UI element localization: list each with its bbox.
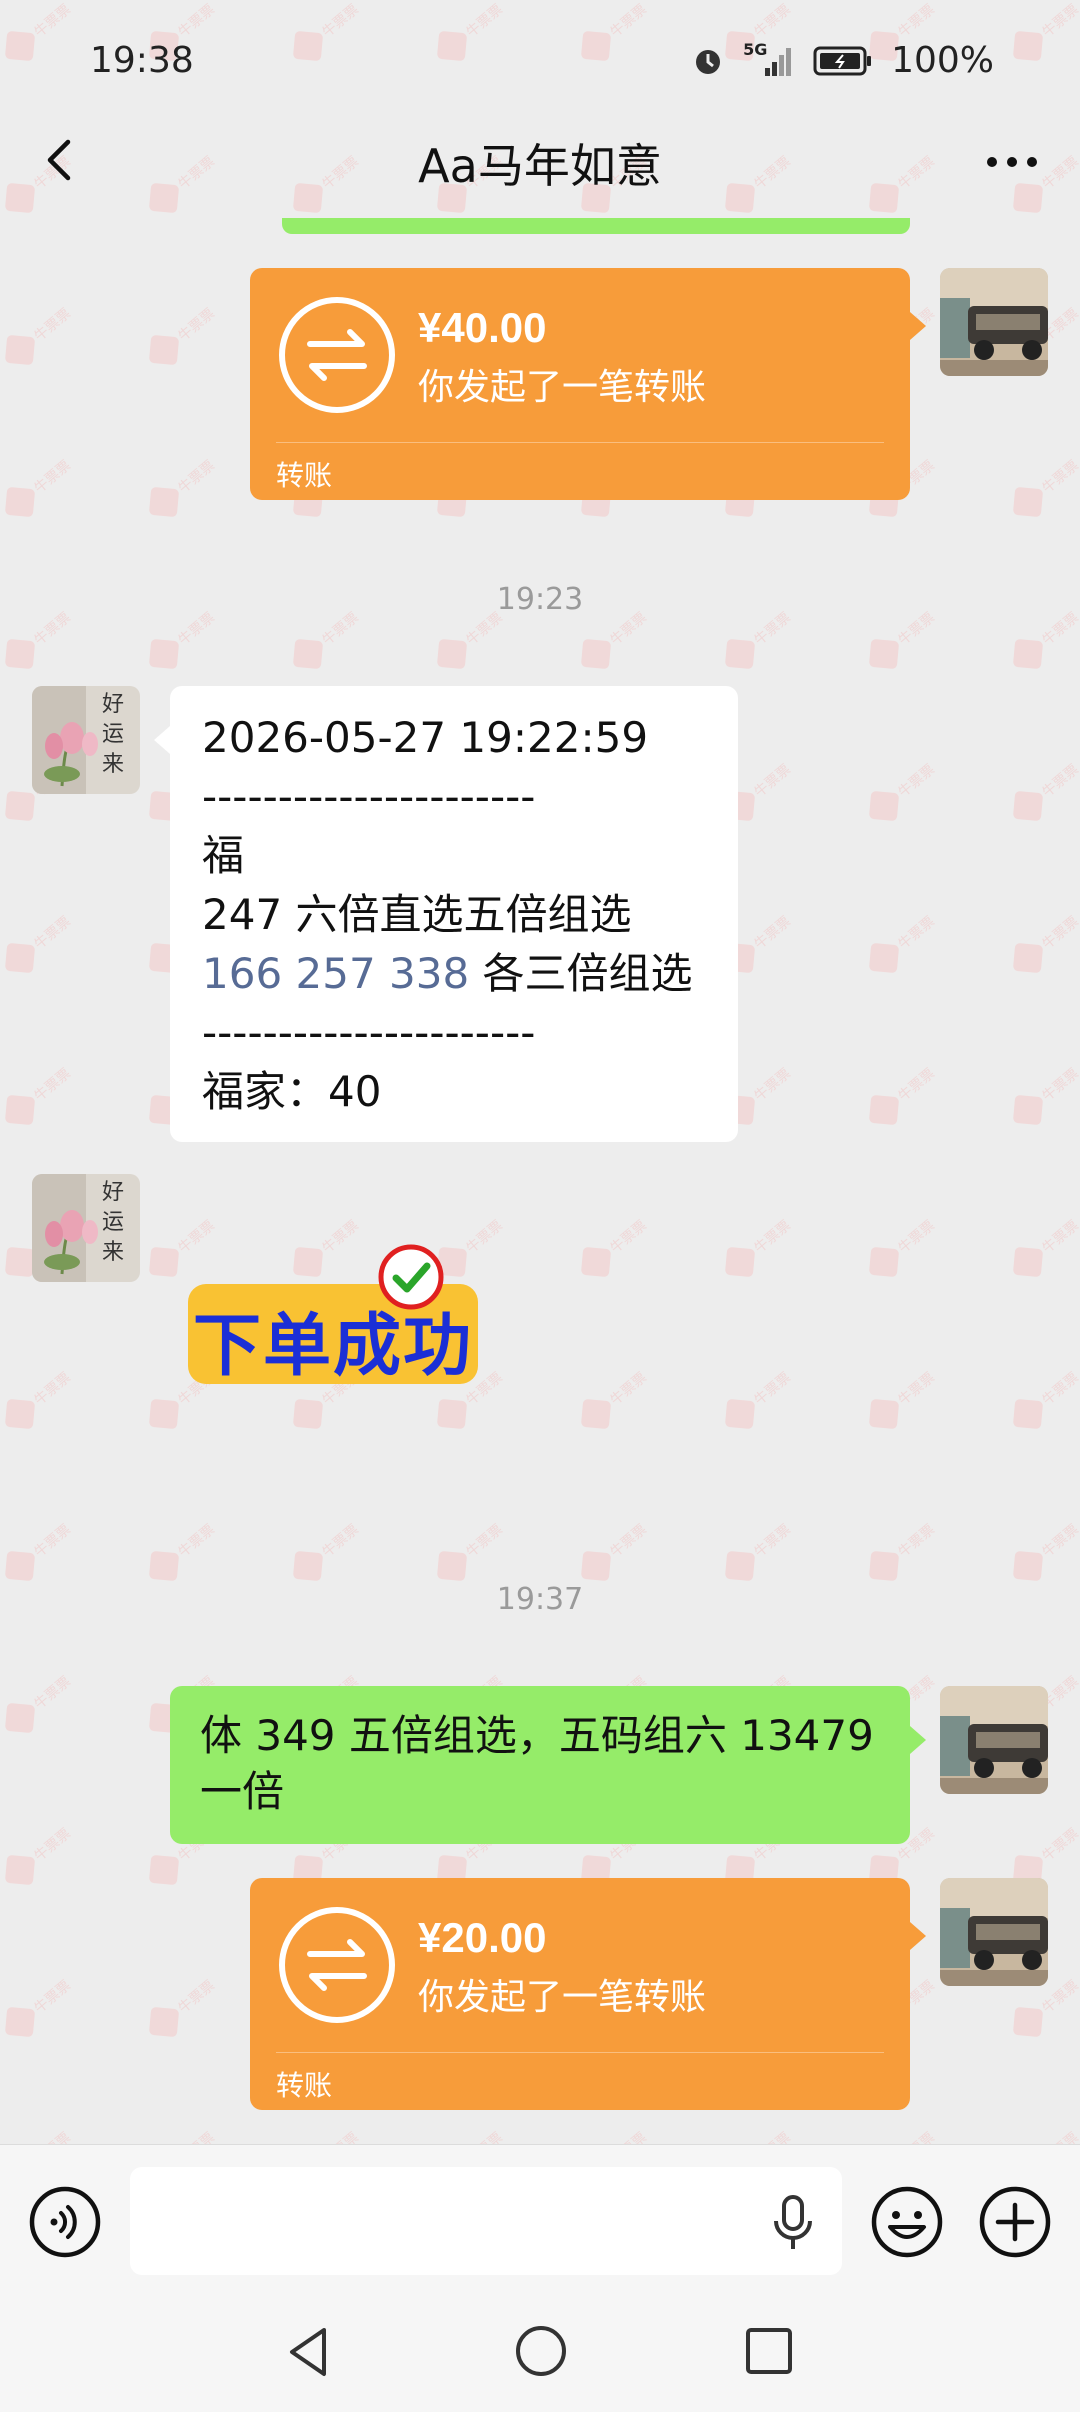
order-separator: ---------------------- (202, 772, 536, 821)
transfer-amount: ¥40.00 (418, 304, 547, 351)
checkmark-icon (378, 1244, 444, 1310)
self-avatar[interactable] (940, 268, 1048, 376)
status-bar: 19:38 5G 100% (0, 0, 1080, 120)
order-line-rest: 各三倍组选 (469, 949, 693, 998)
battery-icon (813, 46, 872, 75)
system-nav-bar (0, 2294, 1080, 2412)
self-avatar[interactable] (940, 1878, 1048, 1986)
chat-header: Aa马年如意 (0, 120, 1080, 200)
signal-icon: 5G (743, 40, 795, 78)
transfer-card[interactable]: ¥40.00 你发起了一笔转账 转账 (250, 268, 926, 500)
message-timestamp: 19:23 (496, 582, 584, 617)
order-line: 166 257 338 各三倍组选 (202, 944, 706, 1003)
sent-text-bubble[interactable]: 体 349 五倍组选，五码组六 13479 一倍 (170, 1686, 926, 1844)
transfer-description: 你发起了一笔转账 (418, 367, 707, 408)
contact-avatar[interactable]: 好运来 (32, 1174, 140, 1282)
transfer-divider (276, 2052, 884, 2053)
emoji-icon[interactable] (870, 2185, 944, 2259)
alarm-icon (696, 49, 721, 74)
transfer-description: 你发起了一笔转账 (418, 1977, 707, 2018)
nav-recent-apps-icon[interactable] (744, 2326, 794, 2376)
nav-home-icon[interactable] (514, 2324, 568, 2378)
more-options-icon[interactable] (982, 130, 1042, 190)
transfer-arrows-icon (279, 297, 395, 413)
avatar-calligraphy: 好运来 (102, 1180, 125, 1265)
transfer-arrows-icon (279, 1907, 395, 2023)
transfer-divider (276, 442, 884, 443)
contact-avatar[interactable]: 好运来 (32, 686, 140, 794)
transfer-label: 转账 (276, 459, 333, 492)
avatar-calligraphy: 好运来 (102, 692, 125, 777)
order-line: 247 六倍直选五倍组选 (202, 890, 632, 939)
status-icons: 5G 100% (691, 40, 994, 81)
transfer-card[interactable]: ¥20.00 你发起了一笔转账 转账 (250, 1878, 926, 2110)
plus-icon[interactable] (978, 2185, 1052, 2259)
detected-numbers-link[interactable]: 166 257 338 (202, 949, 469, 998)
status-time: 19:38 (90, 40, 194, 81)
order-separator: ---------------------- (202, 1008, 536, 1057)
message-timestamp: 19:37 (496, 1582, 584, 1617)
sticker-message[interactable]: 下单成功 (188, 1244, 478, 1394)
previous-message-edge (282, 218, 910, 234)
battery-level: 100% (891, 40, 994, 81)
chat-title: Aa马年如意 (418, 139, 662, 193)
message-input-bar (0, 2144, 1080, 2294)
self-avatar[interactable] (940, 1686, 1048, 1794)
order-total: 福家：40 (202, 1067, 382, 1116)
transfer-label: 转账 (276, 2069, 333, 2102)
microphone-icon[interactable] (770, 2195, 816, 2251)
order-line: 福 (202, 831, 245, 880)
order-datetime: 2026-05-27 19:22:59 (202, 713, 649, 762)
nav-back-icon[interactable] (284, 2324, 334, 2380)
transfer-amount: ¥20.00 (418, 1914, 547, 1961)
voice-mode-icon[interactable] (28, 2185, 102, 2259)
received-text-bubble[interactable]: 2026-05-27 19:22:59 --------------------… (154, 686, 738, 1142)
message-input[interactable] (130, 2167, 842, 2275)
